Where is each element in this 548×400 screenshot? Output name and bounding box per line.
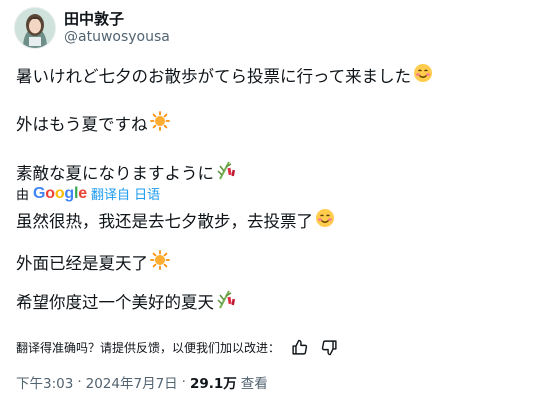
translated-text-line-1: 虽然很热，我还是去七夕散步，去投票了 [16, 208, 335, 232]
thumbs-up-icon[interactable] [288, 336, 310, 358]
translated-text-line-3: 希望你度过一个美好的夏天 [16, 289, 236, 313]
tweet-meta: 下午3:03 · 2024年7月7日 · 29.1万 查看 [16, 372, 268, 392]
thumbs-down-icon[interactable] [318, 336, 340, 358]
sun-icon [149, 111, 170, 135]
views-label: 查看 [240, 376, 268, 392]
translation-attribution: 由 Google 翻译自 日语 [16, 184, 161, 204]
views-count: 29.1万 [189, 376, 237, 392]
author-handle[interactable]: @atuwosyousa [64, 29, 170, 45]
avatar[interactable] [14, 7, 56, 49]
feedback-question: 翻译得准确吗？请提供反馈，以便我们加以改进： [16, 340, 281, 355]
original-text-line-1: 暑いけれど七夕のお散歩がてら投票に行って来ました [16, 63, 433, 87]
tweet-time[interactable]: 下午3:03 [16, 372, 73, 392]
author-display-name[interactable]: 田中敦子 [64, 8, 124, 29]
tweet-date[interactable]: 2024年7月7日 [86, 372, 178, 392]
meta-separator: · [181, 374, 186, 390]
smiling-face-with-blush-icon [413, 63, 433, 87]
original-text-line-2: 外はもう夏ですね [16, 111, 170, 135]
translated-from-link[interactable]: 翻译自 日语 [91, 184, 160, 203]
meta-separator: · [77, 374, 82, 390]
google-logo: Google [33, 184, 87, 202]
tanabata-tree-icon [216, 289, 236, 313]
smiling-face-with-blush-icon [315, 208, 335, 232]
tanabata-tree-icon [216, 160, 236, 184]
original-text-line-3: 素敵な夏になりますように [16, 160, 236, 184]
translated-text-line-2: 外面已经是夏天了 [16, 250, 170, 274]
sun-icon [150, 250, 170, 274]
translation-feedback: 翻译得准确吗？请提供反馈，以便我们加以改进： [16, 336, 340, 358]
